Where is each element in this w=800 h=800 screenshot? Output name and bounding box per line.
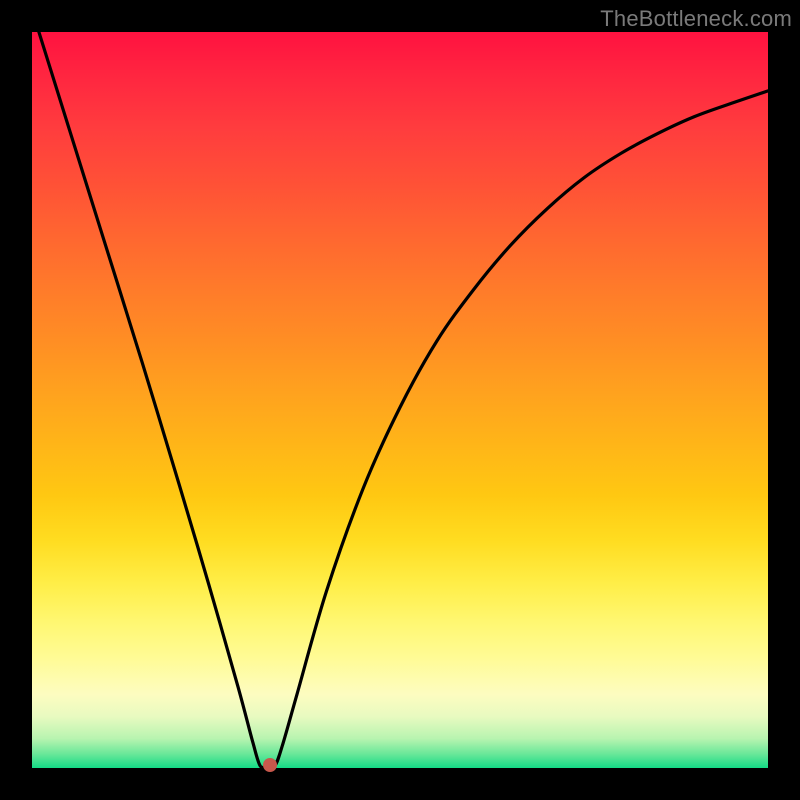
plot-area bbox=[32, 32, 768, 768]
minimum-marker bbox=[263, 758, 277, 772]
watermark-text: TheBottleneck.com bbox=[600, 6, 792, 32]
curve-layer bbox=[32, 32, 768, 768]
bottleneck-curve bbox=[32, 10, 768, 768]
chart-frame: TheBottleneck.com bbox=[0, 0, 800, 800]
